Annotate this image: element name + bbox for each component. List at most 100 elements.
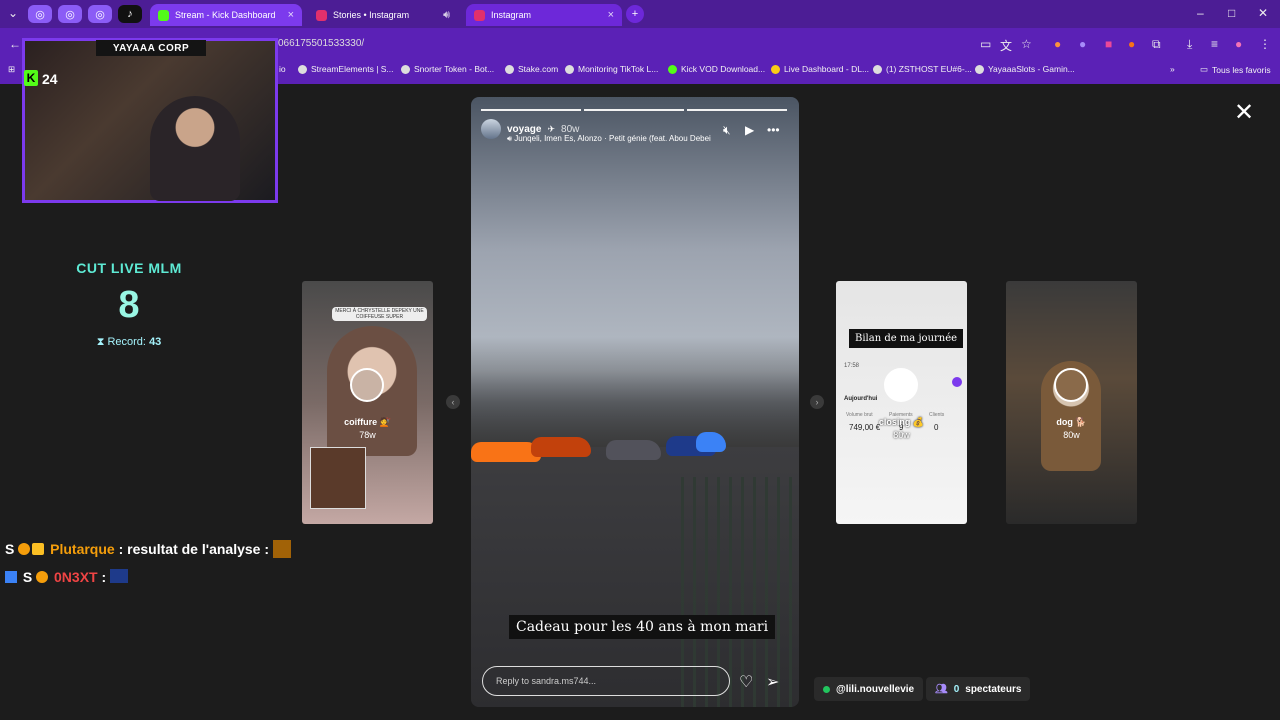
emote-icon: [272, 540, 291, 558]
chat-message: S 0N3XT :: [5, 569, 130, 585]
thumb-label: closing 💰: [878, 417, 925, 427]
tab-bar: ⌄ ◎ ◎ ◎ ♪ Stream - Kick Dashboard × Stor…: [0, 0, 1280, 28]
bookmark-item[interactable]: Snorter Token - Bot...: [401, 64, 494, 74]
story-thumbnail-coiffure[interactable]: MERCI À CHRYSTELLE DEPEKY UNE COIFFEUSE …: [302, 281, 433, 524]
cam-title: YAYAAA CORP: [96, 40, 206, 56]
kick-logo-icon: K: [24, 70, 38, 86]
tab-close-icon[interactable]: ×: [288, 9, 294, 21]
reply-input[interactable]: Reply to sandra.ms744...: [482, 666, 730, 696]
thumb-label: coiffure 💇: [344, 417, 391, 427]
instagram-icon: [474, 9, 485, 21]
bookmark-item[interactable]: StreamElements | S...: [298, 64, 394, 74]
story-music[interactable]: 🔊︎ Junqeli, Imen Es, Alonzo · Petit géni…: [507, 134, 711, 144]
url-field[interactable]: 066175501533330/: [278, 38, 364, 49]
cast-icon[interactable]: ▭: [980, 37, 991, 51]
next-story-icon[interactable]: ›: [810, 395, 824, 409]
extension-orange-icon[interactable]: ●: [1128, 37, 1135, 51]
chat-username: Plutarque: [50, 541, 115, 557]
extension-fox-icon[interactable]: ●: [1054, 37, 1061, 51]
car-gray: [606, 440, 661, 460]
instagram-icon: [316, 9, 327, 21]
tab-kick-dashboard[interactable]: Stream - Kick Dashboard ×: [150, 4, 302, 26]
tab-search-icon[interactable]: ⌄: [8, 6, 18, 20]
counter-value: 8: [118, 284, 140, 326]
counter-title: CUT LIVE MLM: [76, 260, 182, 276]
download-icon[interactable]: ⤓: [1187, 37, 1192, 52]
bookmark-item[interactable]: YayaaaSlots - Gamin...: [975, 64, 1075, 74]
extension-cloud-icon[interactable]: ●: [1079, 37, 1086, 51]
thumb-age: 80w: [1063, 430, 1080, 440]
back-icon[interactable]: ←: [9, 37, 21, 51]
chat-message: S Plutarque : resultat de l'analyse :: [5, 540, 293, 558]
badge-icon: [18, 543, 31, 555]
translate-icon[interactable]: 文: [1000, 37, 1012, 54]
bookmark-item[interactable]: Live Dashboard - DL...: [771, 64, 869, 74]
thumb-time: 17:58: [844, 363, 860, 369]
bookmarks-overflow[interactable]: »: [1170, 64, 1175, 74]
maximize-button[interactable]: □: [1228, 6, 1235, 20]
crown-icon: [32, 543, 45, 555]
thumb-label: dog 🐕: [1056, 417, 1087, 427]
story-thumbnail-closing[interactable]: 17:58 Aujourd'hui Volume brut Paiements …: [836, 281, 967, 524]
pinned-tab-tiktok[interactable]: ♪: [118, 5, 142, 23]
chat-username: 0N3XT: [54, 569, 98, 585]
play-icon[interactable]: ▶: [745, 123, 754, 137]
thumb-title: Bilan de ma journée: [849, 329, 964, 348]
bookmark-item[interactable]: io: [279, 64, 286, 74]
menu-kebab-icon[interactable]: ⋮: [1259, 37, 1271, 51]
speaker-icon[interactable]: 🔊︎: [443, 9, 450, 22]
apps-grid-icon[interactable]: ⊞: [8, 64, 15, 75]
pinned-tab-2[interactable]: ◎: [58, 5, 82, 23]
pinned-tab-1[interactable]: ◎: [28, 5, 52, 23]
thumb-avatar: [1054, 368, 1088, 402]
extension-pink-icon[interactable]: ■: [1105, 37, 1112, 51]
close-window-button[interactable]: ✕: [1258, 6, 1268, 20]
tab-label: Stories • Instagram: [333, 10, 410, 20]
mute-icon[interactable]: 🔇︎: [723, 123, 731, 138]
bookmark-item[interactable]: Stake.com: [505, 64, 558, 74]
thumb-age: 80w: [893, 430, 910, 440]
tab-label: Stream - Kick Dashboard: [175, 10, 276, 20]
media-control-icon[interactable]: ≡: [1211, 37, 1218, 51]
bookmark-item[interactable]: (1) ZSTHOST EU#6-...: [873, 64, 972, 74]
all-bookmarks[interactable]: ▭ Tous les favoris: [1200, 64, 1271, 75]
minimize-button[interactable]: –: [1197, 6, 1204, 20]
close-stories-button[interactable]: ✕: [1234, 98, 1254, 127]
hourglass-icon: ⧗: [96, 336, 108, 348]
airplane-icon: ✈︎: [547, 123, 556, 134]
plus-icon: [952, 377, 962, 387]
profile-avatar[interactable]: ●: [1235, 37, 1242, 51]
bookmark-item[interactable]: Monitoring TikTok L...: [565, 64, 658, 74]
tab-close-icon[interactable]: ×: [608, 9, 614, 21]
bookmark-icon: [401, 64, 410, 74]
story-thumbnail-dog[interactable]: dog 🐕 80w: [1006, 281, 1137, 524]
tab-stories[interactable]: Stories • Instagram 🔊︎: [308, 4, 458, 26]
emote-icon: [110, 569, 129, 583]
new-tab-button[interactable]: +: [626, 5, 644, 23]
tab-instagram[interactable]: Instagram ×: [466, 4, 622, 26]
bookmark-item[interactable]: Kick VOD Download...: [668, 64, 765, 74]
heart-icon[interactable]: ♡: [739, 672, 753, 692]
bookmark-icon: [975, 64, 984, 74]
chat-text: resultat de l'analyse :: [127, 541, 269, 557]
previous-story-icon[interactable]: ‹: [446, 395, 460, 409]
car-red: [531, 437, 591, 457]
spectators-pill: 👥︎ 0 spectateurs: [926, 677, 1031, 701]
story-avatar[interactable]: [481, 119, 501, 139]
extensions-puzzle-icon[interactable]: ⧉: [1152, 37, 1161, 52]
bookmark-icon: [298, 64, 307, 74]
story-progress-segment: [584, 109, 684, 111]
viewer-count: 24: [42, 71, 58, 87]
pinned-tab-3[interactable]: ◎: [88, 5, 112, 23]
send-icon[interactable]: ➢: [766, 672, 779, 692]
star-icon[interactable]: ☆: [1021, 37, 1032, 51]
story-username[interactable]: voyage: [507, 124, 541, 135]
tab-label: Instagram: [491, 10, 532, 20]
streamer-image: [150, 96, 240, 201]
more-options-icon[interactable]: •••: [767, 123, 780, 137]
story-trees: [471, 337, 799, 447]
thumb-age: 78w: [359, 430, 376, 440]
counter-record: ⧗ Record: 43: [96, 336, 162, 348]
people-icon: 👥︎: [935, 683, 948, 695]
online-dot-icon: [823, 685, 830, 693]
